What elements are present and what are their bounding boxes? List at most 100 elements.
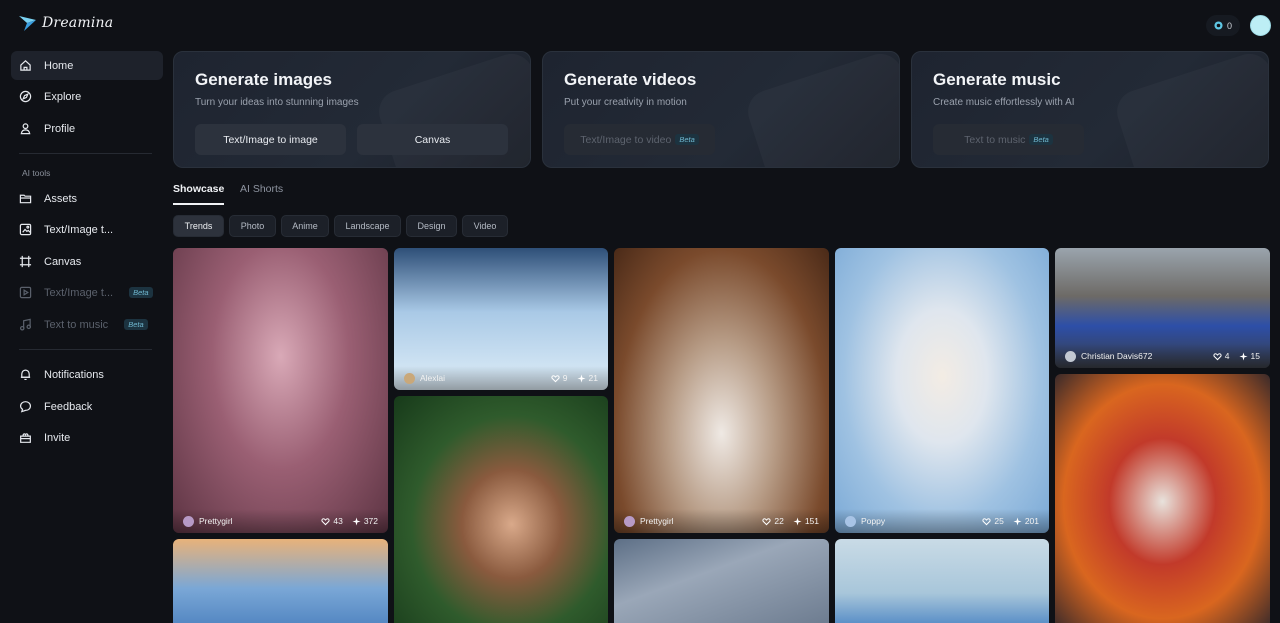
sidebar-item-text-image-to-video[interactable]: Text/Image t... Beta	[11, 278, 163, 307]
likes-stat[interactable]: 9	[551, 373, 568, 383]
compass-icon	[19, 90, 32, 103]
logo-text: Dreamina	[42, 15, 114, 31]
beta-badge: Beta	[124, 319, 148, 330]
avatar[interactable]	[1250, 15, 1271, 36]
sidebar-item-label: Canvas	[44, 255, 82, 268]
sidebar-item-explore[interactable]: Explore	[11, 82, 163, 111]
app-root: Dreamina Home Explore Profile AI tools A…	[0, 0, 1280, 623]
gallery-tile[interactable]	[1055, 374, 1270, 623]
gift-icon	[20, 433, 31, 443]
likes-stat[interactable]: 22	[762, 516, 784, 526]
sidebar-item-label: Text/Image t...	[44, 286, 114, 299]
sidebar-divider	[19, 349, 152, 350]
gallery-tile[interactable]: Alexlai 9 21	[394, 248, 608, 390]
sparkle-icon	[1238, 351, 1248, 361]
credits-badge[interactable]: 0	[1206, 15, 1241, 36]
author-name: Prettygirl	[640, 516, 674, 526]
gallery-tile[interactable]	[173, 539, 388, 623]
sidebar-item-text-image-to-image[interactable]: Text/Image t...	[11, 215, 163, 244]
remix-stat[interactable]: 201	[1013, 516, 1039, 526]
gallery-tile[interactable]: Prettygirl 22 151	[614, 248, 829, 533]
author-avatar	[845, 515, 856, 527]
text-to-music-button[interactable]: Text to music Beta	[933, 124, 1084, 155]
user-icon	[20, 123, 31, 135]
remix-stat[interactable]: 21	[576, 373, 598, 383]
sidebar-item-invite[interactable]: Invite	[11, 423, 163, 452]
sparkle-icon	[793, 516, 802, 526]
text-image-to-video-button[interactable]: Text/Image to video Beta	[564, 124, 715, 155]
tile-meta: Prettygirl 43 372	[173, 509, 388, 533]
sidebar-item-assets[interactable]: Assets	[11, 184, 163, 213]
filter-video[interactable]: Video	[462, 215, 508, 237]
author-avatar	[624, 515, 635, 527]
sidebar-item-label: Notifications	[44, 368, 104, 381]
tile-meta: Poppy 25 201	[835, 509, 1049, 533]
remix-count: 151	[804, 516, 819, 526]
sparkle-icon	[1013, 516, 1022, 526]
likes-count: 22	[774, 516, 784, 526]
home-icon	[20, 60, 31, 71]
card-subtitle: Put your creativity in motion	[564, 97, 687, 108]
sparkle-icon	[576, 373, 586, 383]
button-label: Text to music	[964, 133, 1026, 146]
canvas-icon	[19, 255, 32, 268]
sidebar-item-canvas[interactable]: Canvas	[11, 247, 163, 276]
card-title: Generate images	[195, 70, 333, 89]
music-icon	[19, 318, 32, 331]
remix-stat[interactable]: 372	[352, 516, 378, 526]
filter-trends[interactable]: Trends	[173, 215, 224, 237]
sidebar-item-home[interactable]: Home	[11, 51, 163, 80]
card-decoration	[1111, 52, 1268, 167]
author-name: Poppy	[861, 516, 886, 526]
likes-stat[interactable]: 25	[982, 516, 1004, 526]
credits-count: 0	[1227, 20, 1233, 31]
card-title: Generate music	[933, 70, 1061, 89]
bell-icon	[20, 369, 31, 381]
likes-count: 25	[994, 516, 1004, 526]
heart-icon	[982, 517, 991, 525]
heart-icon	[321, 517, 330, 525]
gallery-tile[interactable]	[614, 539, 829, 623]
gallery-tile[interactable]	[835, 539, 1049, 623]
filter-anime[interactable]: Anime	[281, 215, 329, 237]
gallery-tile[interactable]: Poppy 25 201	[835, 248, 1049, 533]
logo[interactable]: Dreamina	[18, 14, 113, 32]
likes-stat[interactable]: 43	[321, 516, 343, 526]
sidebar-item-label: Profile	[44, 122, 76, 135]
sidebar: Dreamina Home Explore Profile AI tools A…	[0, 0, 165, 623]
remix-stat[interactable]: 15	[1238, 351, 1260, 361]
sidebar-item-label: Assets	[44, 192, 78, 205]
beta-badge: Beta	[675, 134, 699, 145]
card-decoration	[742, 52, 899, 167]
gallery-tile[interactable]: Prettygirl 43 372	[173, 248, 388, 533]
tile-meta: Christian Davis672 4 15	[1055, 344, 1270, 368]
beta-badge: Beta	[1029, 134, 1053, 145]
likes-count: 9	[562, 373, 568, 383]
text-image-to-image-button[interactable]: Text/Image to image	[195, 124, 346, 155]
sidebar-item-text-to-music[interactable]: Text to music Beta	[11, 310, 163, 339]
gallery-tile[interactable]	[394, 396, 608, 623]
button-label: Text/Image to video	[580, 133, 672, 146]
heart-icon	[1213, 352, 1222, 360]
filter-photo[interactable]: Photo	[229, 215, 276, 237]
tab-ai-shorts[interactable]: AI Shorts	[240, 183, 283, 195]
remix-stat[interactable]: 151	[793, 516, 819, 526]
card-subtitle: Create music effortlessly with AI	[933, 97, 1075, 108]
sidebar-item-feedback[interactable]: Feedback	[11, 392, 163, 421]
beta-badge: Beta	[129, 287, 153, 298]
gallery-tile[interactable]: Christian Davis672 4 15	[1055, 248, 1270, 368]
sidebar-item-notifications[interactable]: Notifications	[11, 360, 163, 389]
sidebar-item-profile[interactable]: Profile	[11, 114, 163, 143]
card-title: Generate videos	[564, 70, 697, 89]
sidebar-item-label: Text/Image t...	[44, 223, 114, 236]
card-subtitle: Turn your ideas into stunning images	[195, 97, 359, 108]
canvas-button[interactable]: Canvas	[357, 124, 508, 155]
likes-stat[interactable]: 4	[1213, 351, 1230, 361]
generate-music-card: Generate music Create music effortlessly…	[911, 51, 1269, 168]
sidebar-item-label: Text to music	[44, 318, 109, 331]
sidebar-item-label: Explore	[44, 90, 82, 103]
author-name: Christian Davis672	[1081, 351, 1153, 361]
tab-showcase[interactable]: Showcase	[173, 183, 224, 195]
filter-landscape[interactable]: Landscape	[334, 215, 401, 237]
filter-design[interactable]: Design	[406, 215, 457, 237]
